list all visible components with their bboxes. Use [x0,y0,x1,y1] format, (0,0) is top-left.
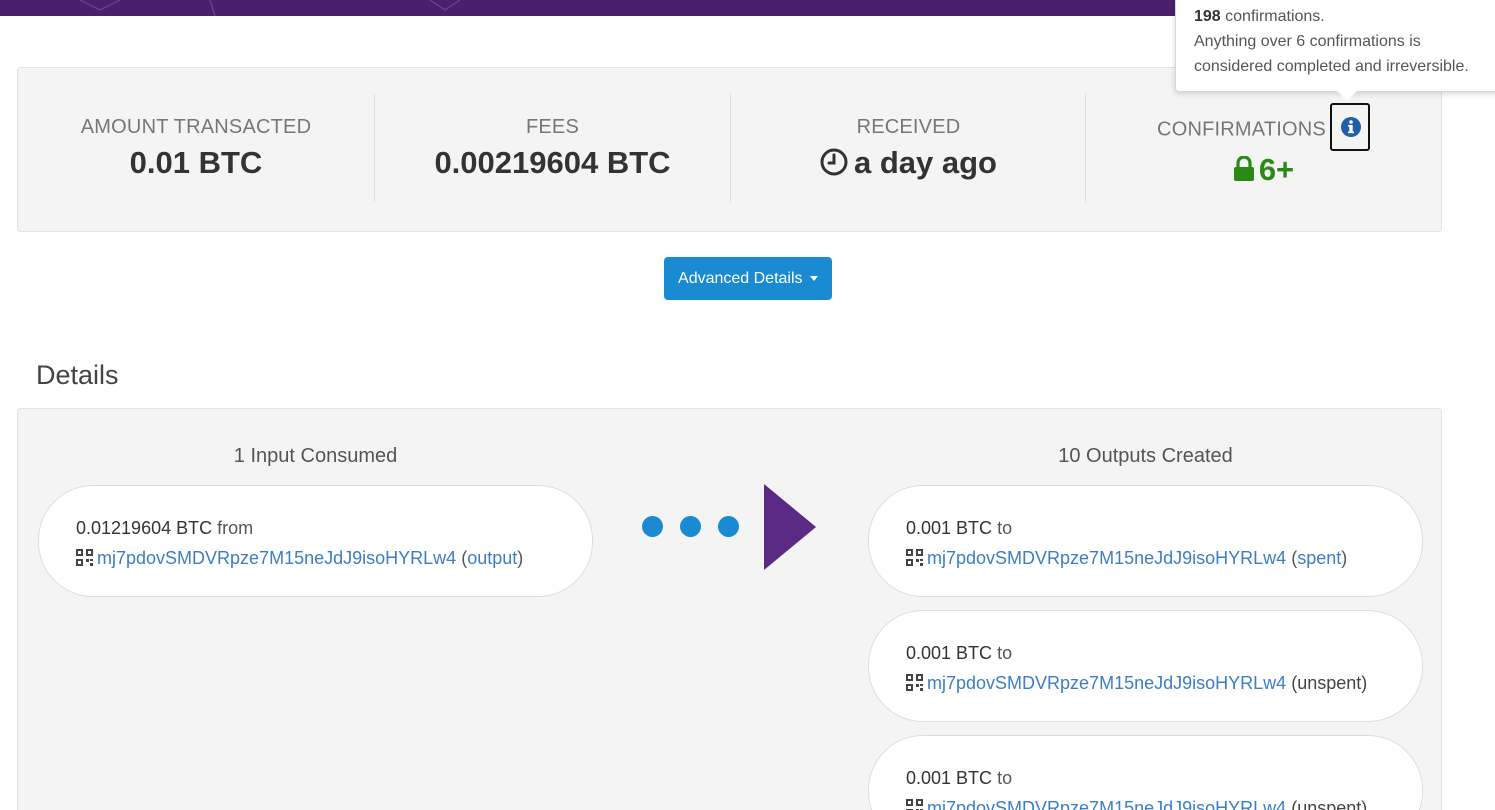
output-amount: 0.001 BTC [906,643,993,663]
paren-close: ) [1361,673,1368,693]
details-heading: Details [36,360,119,390]
fees-stat: FEES 0.00219604 BTC [374,94,730,202]
advanced-details-label: Advanced Details [678,269,803,287]
output-address-line: mj7pdovSMDVRpze7M15neJdJ9isoHYRLw4 (unsp… [906,668,1422,700]
output-address-link[interactable]: mj7pdovSMDVRpze7M15neJdJ9isoHYRLw4 [927,548,1286,568]
flow-dot [642,516,663,537]
received-stat: RECEIVED a day ago [730,94,1086,202]
paren-close: ) [1361,798,1368,810]
received-value: a day ago [854,145,997,180]
flow-dot [718,516,739,537]
input-address-link[interactable]: mj7pdovSMDVRpze7M15neJdJ9isoHYRLw4 [97,548,456,568]
fees-value: 0.00219604 BTC [434,145,671,180]
flow-dot [680,516,701,537]
output-card: 0.001 BTC to mj7pdovSMDVRpze7M15neJdJ9is… [868,485,1423,597]
confirmations-label-wrap: CONFIRMATIONS [1086,103,1441,154]
caret-down-icon [809,275,818,281]
confirmations-info-button[interactable] [1329,103,1370,151]
tooltip-count: 198 [1194,8,1221,25]
output-card: 0.001 BTC to mj7pdovSMDVRpze7M15neJdJ9is… [868,610,1423,722]
qr-code-icon[interactable] [76,545,93,575]
output-address-line: mj7pdovSMDVRpze7M15neJdJ9isoHYRLw4 (spen… [906,543,1422,575]
output-to-word: to [997,768,1013,788]
output-amount-line: 0.001 BTC to [906,638,1422,668]
qr-code-icon[interactable] [906,795,923,810]
received-label: RECEIVED [856,116,961,138]
input-amount-line: 0.01219604 BTC from [76,513,592,543]
clock-icon [820,148,848,184]
input-card: 0.01219604 BTC from mj7pdovSMDVRpze7M15n… [38,485,593,597]
tooltip-line-1: 198 confirmations. [1194,4,1486,29]
amount-transacted-value: 0.01 BTC [129,145,263,180]
output-address-link[interactable]: mj7pdovSMDVRpze7M15neJdJ9isoHYRLw4 [927,798,1286,810]
output-amount: 0.001 BTC [906,518,993,538]
output-amount-line: 0.001 BTC to [906,513,1422,543]
info-icon [1340,117,1361,137]
received-value-wrap: a day ago [731,145,1086,184]
tooltip-count-suffix: confirmations. [1220,8,1325,25]
output-address-link[interactable]: mj7pdovSMDVRpze7M15neJdJ9isoHYRLw4 [927,673,1286,693]
arrow-right-icon [764,484,816,570]
outputs-title: 10 Outputs Created [1058,445,1233,467]
paren-close: ) [517,548,524,568]
confirmations-value: 6+ [1258,152,1295,187]
output-status-text: unspent [1297,798,1362,810]
output-to-word: to [997,518,1013,538]
tooltip-line-3: considered completed and irreversible. [1194,58,1469,75]
inputs-title: 1 Input Consumed [233,445,398,467]
input-amount: 0.01219604 BTC [76,518,213,538]
lock-icon [1233,154,1255,190]
output-amount-line: 0.001 BTC to [906,763,1422,793]
input-from-word: from [217,518,254,538]
tooltip-arrow [1337,91,1357,101]
confirmations-value-wrap: 6+ [1086,152,1441,190]
output-card: 0.001 BTC to mj7pdovSMDVRpze7M15neJdJ9is… [868,735,1423,810]
confirmations-label: CONFIRMATIONS [1157,118,1326,141]
output-status-text: unspent [1297,673,1362,693]
output-address-line: mj7pdovSMDVRpze7M15neJdJ9isoHYRLw4 (unsp… [906,793,1422,810]
paren-close: ) [1341,548,1348,568]
qr-code-icon[interactable] [906,545,923,575]
fees-label: FEES [525,116,580,138]
confirmations-tooltip: 198 confirmations. Anything over 6 confi… [1175,0,1495,101]
input-status-link[interactable]: output [467,548,517,568]
amount-transacted-label: AMOUNT TRANSACTED [80,116,312,138]
tooltip-line-2: Anything over 6 confirmations is [1194,33,1421,50]
amount-transacted-stat: AMOUNT TRANSACTED 0.01 BTC [18,94,374,202]
advanced-details-button[interactable]: Advanced Details [664,257,832,300]
input-address-line: mj7pdovSMDVRpze7M15neJdJ9isoHYRLw4 (outp… [76,543,592,575]
confirmations-stat: CONFIRMATIONS 6+ [1085,94,1441,202]
details-panel: 1 Input Consumed 10 Outputs Created 0.01… [17,408,1442,810]
output-to-word: to [997,643,1013,663]
qr-code-icon[interactable] [906,670,923,700]
output-status-link[interactable]: spent [1297,548,1341,568]
output-amount: 0.001 BTC [906,768,993,788]
